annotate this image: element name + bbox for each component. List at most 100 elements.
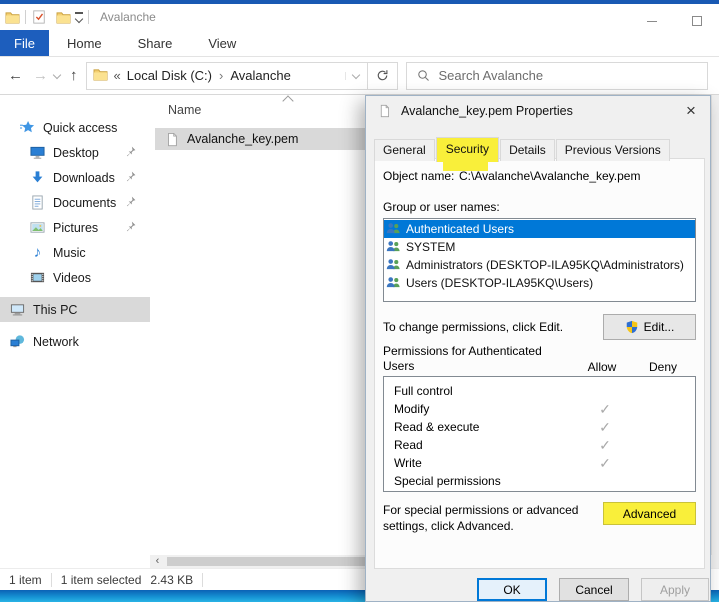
users-icon — [386, 276, 401, 291]
breadcrumb-root[interactable]: Local Disk (C:) — [127, 68, 212, 83]
sidebar-item-label: Pictures — [53, 221, 98, 235]
cancel-button[interactable]: Cancel — [559, 578, 629, 601]
group-names-label: Group or user names: — [383, 200, 696, 214]
pin-icon — [124, 195, 137, 211]
group-row-users[interactable]: Users (DESKTOP-ILA95KQ\Users) — [384, 274, 695, 292]
sidebar-item-label: Quick access — [43, 121, 117, 135]
permission-row-special-permissions[interactable]: Special permissions — [384, 472, 695, 490]
sidebar-item-videos[interactable]: Videos — [0, 265, 150, 290]
pin-icon — [124, 145, 137, 161]
sidebar-item-label: Documents — [53, 196, 116, 210]
deny-column-header: Deny — [634, 360, 692, 374]
uac-shield-icon — [625, 320, 639, 334]
folder-icon — [93, 68, 108, 83]
group-names-list: Authenticated Users SYSTEM Administrator… — [383, 218, 696, 302]
tab-details[interactable]: Details — [500, 139, 555, 161]
search-box[interactable] — [406, 62, 708, 90]
tab-home[interactable]: Home — [49, 30, 120, 56]
scroll-left-icon[interactable]: ‹ — [150, 555, 165, 568]
permission-row-write[interactable]: Write ✓ — [384, 454, 695, 472]
document-icon — [30, 195, 45, 210]
sidebar-item-music[interactable]: ♪ Music — [0, 240, 150, 265]
quick-access-toolbar-dropdown-icon[interactable] — [75, 12, 83, 21]
sidebar-item-quick-access[interactable]: Quick access — [0, 115, 150, 140]
group-row-authenticated-users[interactable]: Authenticated Users — [384, 220, 695, 238]
breadcrumb-separator-icon[interactable]: › — [219, 68, 223, 83]
recent-locations-chevron-icon[interactable] — [53, 70, 61, 78]
advanced-button[interactable]: Advanced — [603, 502, 696, 525]
sidebar-item-pictures[interactable]: Pictures — [0, 215, 150, 240]
close-icon[interactable]: × — [678, 99, 704, 123]
scrollbar-thumb[interactable] — [167, 557, 367, 566]
allow-column-header: Allow — [570, 360, 634, 374]
permissions-for-label: Permissions for Authenticated Users — [383, 344, 570, 374]
star-icon — [20, 120, 35, 135]
window-title: Avalanche — [100, 10, 156, 24]
pin-icon — [124, 220, 137, 236]
permission-name: Modify — [394, 402, 573, 416]
group-row-system[interactable]: SYSTEM — [384, 238, 695, 256]
up-icon[interactable]: ↑ — [70, 67, 78, 84]
sidebar-item-label: This PC — [33, 303, 77, 317]
file-name: Avalanche_key.pem — [187, 132, 298, 146]
item-count: 1 item — [0, 573, 51, 587]
sidebar-item-label: Videos — [53, 271, 91, 285]
group-name: Users (DESKTOP-ILA95KQ\Users) — [406, 276, 593, 290]
sort-ascending-icon[interactable] — [282, 95, 293, 106]
tab-security[interactable]: Security — [436, 137, 499, 162]
apply-button[interactable]: Apply — [641, 578, 709, 601]
ribbon-tabs: File Home Share View — [0, 30, 719, 57]
breadcrumb-current[interactable]: Avalanche — [230, 68, 290, 83]
folder-icon — [4, 9, 20, 25]
group-name: SYSTEM — [406, 240, 455, 254]
allow-checkmark: ✓ — [573, 437, 637, 454]
permission-row-modify[interactable]: Modify ✓ — [384, 400, 695, 418]
sidebar: Quick access Desktop Downloads Documents — [0, 95, 150, 555]
column-header-name[interactable]: Name — [168, 103, 201, 117]
users-icon — [386, 258, 401, 273]
computer-icon — [10, 302, 25, 317]
sidebar-item-downloads[interactable]: Downloads — [0, 165, 150, 190]
divider — [202, 573, 203, 587]
tab-file[interactable]: File — [0, 30, 49, 56]
pin-icon — [124, 170, 137, 186]
address-bar[interactable]: « Local Disk (C:) › Avalanche — [86, 62, 368, 90]
properties-check-icon[interactable] — [31, 9, 47, 25]
permission-row-read-execute[interactable]: Read & execute ✓ — [384, 418, 695, 436]
sidebar-item-label: Desktop — [53, 146, 99, 160]
address-dropdown[interactable] — [345, 72, 367, 80]
object-name-value: C:\Avalanche\Avalanche_key.pem — [459, 169, 640, 183]
network-icon — [10, 334, 25, 349]
object-name-label: Object name: — [383, 169, 459, 183]
tab-previous-versions[interactable]: Previous Versions — [556, 139, 670, 161]
tab-general[interactable]: General — [374, 139, 435, 161]
divider — [88, 10, 89, 24]
group-row-administrators[interactable]: Administrators (DESKTOP-ILA95KQ\Administ… — [384, 256, 695, 274]
sidebar-item-documents[interactable]: Documents — [0, 190, 150, 215]
permission-name: Write — [394, 456, 573, 470]
permission-row-read[interactable]: Read ✓ — [384, 436, 695, 454]
tab-view[interactable]: View — [190, 30, 254, 56]
sidebar-item-label: Music — [53, 246, 86, 260]
search-input[interactable] — [439, 68, 669, 83]
back-icon[interactable]: ← — [8, 67, 23, 84]
edit-button-label: Edit... — [644, 320, 675, 334]
refresh-button[interactable] — [368, 62, 398, 90]
file-icon — [165, 132, 180, 147]
sidebar-item-label: Downloads — [53, 171, 115, 185]
edit-button[interactable]: Edit... — [603, 314, 696, 340]
sidebar-item-desktop[interactable]: Desktop — [0, 140, 150, 165]
vertical-scrollbar[interactable] — [711, 95, 719, 555]
folder-icon[interactable] — [55, 9, 71, 25]
tab-share[interactable]: Share — [120, 30, 191, 56]
ok-button[interactable]: OK — [477, 578, 547, 601]
group-name: Authenticated Users — [406, 222, 514, 236]
sidebar-item-this-pc[interactable]: This PC — [0, 297, 150, 322]
file-icon — [378, 104, 393, 119]
permission-name: Read & execute — [394, 420, 573, 434]
sidebar-item-network[interactable]: Network — [0, 329, 150, 354]
breadcrumb-overflow-icon[interactable]: « — [114, 68, 121, 83]
navigation-bar: ← → ↑ « Local Disk (C:) › Avalanche — [0, 57, 719, 95]
permission-row-full-control[interactable]: Full control — [384, 382, 695, 400]
dialog-titlebar: Avalanche_key.pem Properties — [366, 96, 710, 126]
